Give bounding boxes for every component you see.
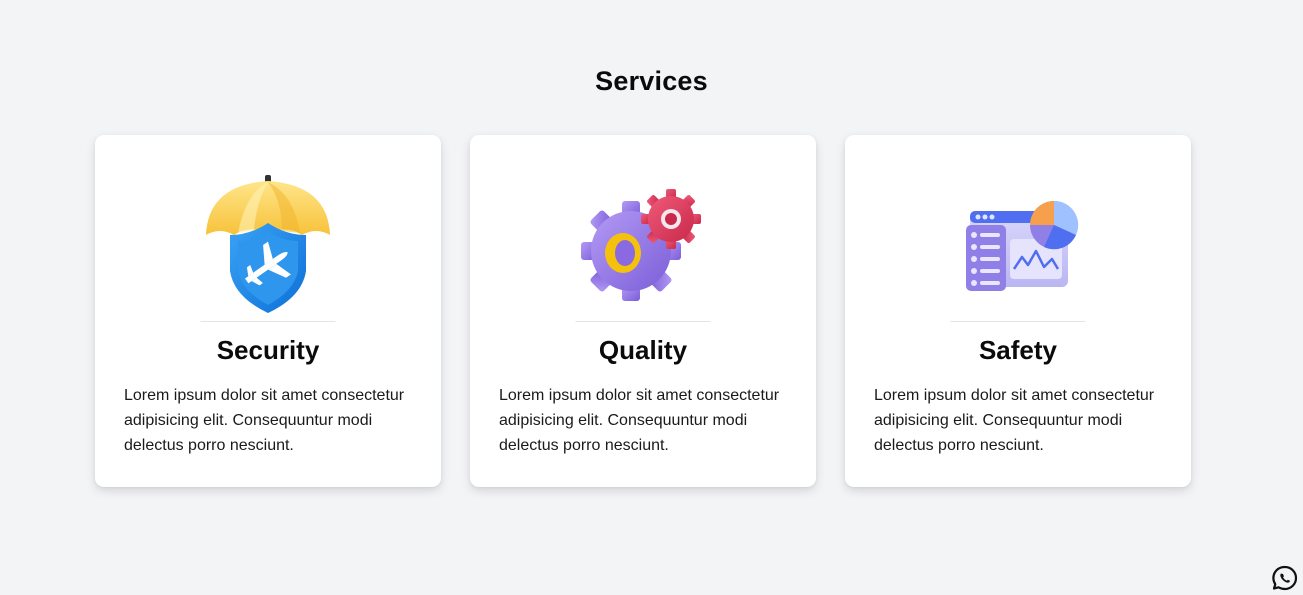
card-title: Safety — [978, 335, 1058, 365]
card-divider — [200, 321, 336, 322]
card-description: Lorem ipsum dolor sit amet consectetur a… — [124, 387, 405, 454]
service-card-security: Security Lorem ipsum dolor sit amet cons… — [95, 135, 441, 487]
dashboard-chart-icon — [948, 173, 1088, 313]
gears-icon — [573, 173, 713, 313]
service-card-safety: Safety Lorem ipsum dolor sit amet consec… — [845, 135, 1191, 487]
card-divider — [575, 321, 711, 322]
whatsapp-icon[interactable] — [1272, 565, 1298, 591]
section-title: Services — [595, 66, 708, 96]
services-page: Services Security Lorem ipsum dolor sit … — [0, 0, 1303, 595]
card-divider — [950, 321, 1086, 322]
services-cards: Security Lorem ipsum dolor sit amet cons… — [95, 135, 1191, 487]
card-description: Lorem ipsum dolor sit amet consectetur a… — [499, 387, 780, 454]
service-card-quality: Quality Lorem ipsum dolor sit amet conse… — [470, 135, 816, 487]
card-title: Quality — [598, 335, 688, 365]
umbrella-shield-plane-icon — [198, 173, 338, 313]
card-title: Security — [216, 335, 320, 365]
card-description: Lorem ipsum dolor sit amet consectetur a… — [874, 387, 1155, 454]
